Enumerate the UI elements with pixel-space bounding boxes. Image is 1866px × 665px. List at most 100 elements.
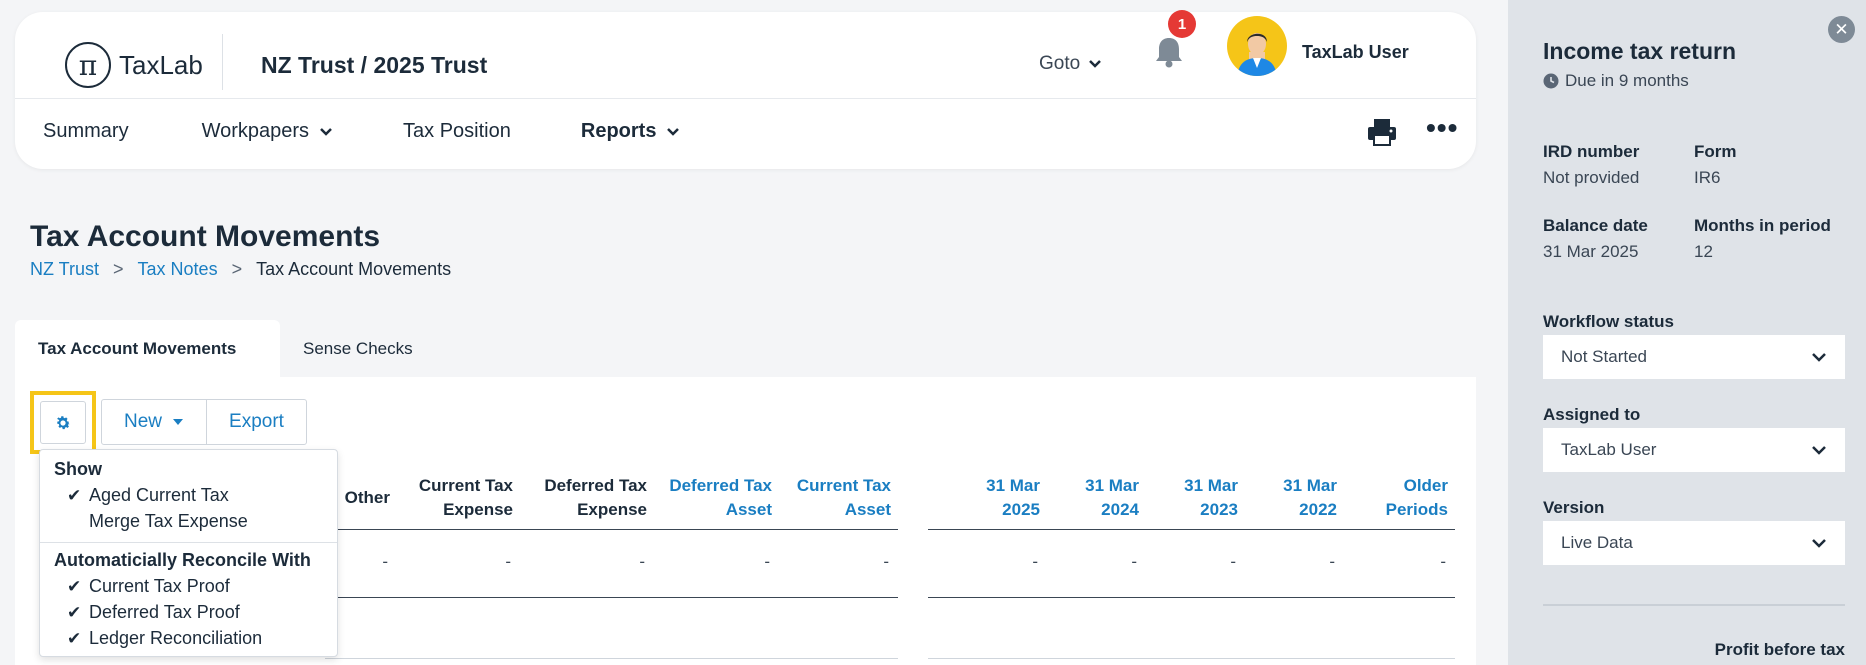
col-header-line: Expense xyxy=(443,500,513,519)
version-value: Live Data xyxy=(1561,533,1633,552)
menu-item-aged-current-tax[interactable]: ✔ Aged Current Tax xyxy=(67,485,229,506)
breadcrumb-tax-notes[interactable]: Tax Notes xyxy=(138,259,218,280)
goto-menu[interactable]: Goto xyxy=(1039,53,1102,75)
menu-item-ledger-reconciliation[interactable]: ✔ Ledger Reconciliation xyxy=(67,628,262,649)
version-select[interactable]: Live Data xyxy=(1543,521,1845,565)
menu-item-label: Deferred Tax Proof xyxy=(89,602,240,622)
nav-reports[interactable]: Reports xyxy=(581,120,681,143)
check-icon: ✔ xyxy=(67,485,82,505)
breadcrumb-current: Tax Account Movements xyxy=(256,259,452,279)
chevron-down-icon xyxy=(320,127,332,136)
nav-summary-label: Summary xyxy=(43,120,129,142)
nav-reports-label: Reports xyxy=(580,120,657,142)
col-header-line: 31 Mar xyxy=(1184,476,1238,495)
form-label: Form xyxy=(1694,142,1737,161)
entity-title: NZ Trust / 2025 Trust xyxy=(261,52,488,78)
nav-summary[interactable]: Summary xyxy=(43,120,129,143)
workflow-select[interactable]: Not Started xyxy=(1543,335,1845,379)
menu-item-label: Merge Tax Expense xyxy=(89,511,248,531)
check-icon: ✔ xyxy=(67,576,82,596)
version-label: Version xyxy=(1543,498,1605,517)
table-cell: - xyxy=(764,552,770,571)
col-header-2023[interactable]: 31 Mar 2023 xyxy=(1184,474,1238,522)
ird-value: Not provided xyxy=(1543,168,1640,187)
col-header-deferred-tax-asset[interactable]: Deferred Tax Asset xyxy=(669,474,772,522)
assigned-value: TaxLab User xyxy=(1561,440,1657,459)
menu-divider xyxy=(40,542,337,543)
print-icon[interactable] xyxy=(1367,118,1397,146)
new-button-label: New xyxy=(124,411,163,432)
col-header-line: 31 Mar xyxy=(986,476,1040,495)
col-header-line: 31 Mar xyxy=(1085,476,1139,495)
header-divider xyxy=(15,98,1476,99)
logo-text: TaxLab xyxy=(119,49,203,80)
col-header-line: 2022 xyxy=(1299,500,1337,519)
col-header-deferred-tax-expense: Deferred Tax Expense xyxy=(544,474,647,522)
col-header-line: Asset xyxy=(725,500,772,519)
table-cell: - xyxy=(1032,552,1038,571)
col-header-2022[interactable]: 31 Mar 2022 xyxy=(1283,474,1337,522)
settings-button[interactable] xyxy=(40,401,86,444)
table-cell: - xyxy=(883,552,889,571)
gear-icon xyxy=(57,415,71,429)
assigned-select[interactable]: TaxLab User xyxy=(1543,428,1845,472)
tab-sense-checks[interactable]: Sense Checks xyxy=(280,320,436,377)
clock-icon xyxy=(1543,73,1559,89)
new-button[interactable]: New xyxy=(102,400,206,444)
table-cell: - xyxy=(1131,552,1137,571)
nav-workpapers-label: Workpapers xyxy=(201,120,310,142)
table-row-rule xyxy=(928,658,1455,659)
ird-label: IRD number xyxy=(1543,142,1640,161)
chevron-down-icon xyxy=(1812,539,1826,548)
avatar[interactable] xyxy=(1227,16,1287,76)
table-cell: - xyxy=(382,552,388,571)
menu-item-current-tax-proof[interactable]: ✔ Current Tax Proof xyxy=(67,576,230,597)
col-header-line: Periods xyxy=(1385,500,1448,519)
settings-dropdown: Show ✔ Aged Current Tax Merge Tax Expens… xyxy=(39,449,338,657)
table-cell: - xyxy=(1440,552,1446,571)
side-panel xyxy=(1508,0,1866,665)
table-header-rule xyxy=(325,529,898,530)
col-header-2025[interactable]: 31 Mar 2025 xyxy=(986,474,1040,522)
col-header-line: 2023 xyxy=(1200,500,1238,519)
col-header-older-periods[interactable]: Older Periods xyxy=(1386,474,1448,522)
taxlab-logo[interactable]: π TaxLab xyxy=(65,42,203,88)
goto-label: Goto xyxy=(1039,53,1081,74)
col-header-2024[interactable]: 31 Mar 2024 xyxy=(1085,474,1139,522)
breadcrumb-separator: > xyxy=(113,259,124,279)
months-value: 12 xyxy=(1694,242,1713,261)
table-cell: - xyxy=(505,552,511,571)
export-button[interactable]: Export xyxy=(206,400,306,444)
chevron-down-icon xyxy=(1812,446,1826,455)
months-label: Months in period xyxy=(1694,216,1831,235)
col-header-line: Current Tax xyxy=(796,476,891,495)
workflow-label: Workflow status xyxy=(1543,312,1674,331)
nav-tax-position[interactable]: Tax Position xyxy=(403,120,511,143)
breadcrumb-nz-trust[interactable]: NZ Trust xyxy=(30,259,99,280)
tab-tax-account-movements[interactable]: Tax Account Movements xyxy=(15,320,280,377)
nav-tax-position-label: Tax Position xyxy=(403,120,511,142)
col-header-line: Other xyxy=(344,488,390,507)
chevron-down-icon xyxy=(667,127,680,136)
balance-date-value: 31 Mar 2025 xyxy=(1543,242,1639,261)
pi-logo-icon: π xyxy=(65,42,111,88)
table-cell: - xyxy=(1329,552,1335,571)
nav-workpapers[interactable]: Workpapers xyxy=(202,120,333,143)
table-cell: - xyxy=(639,552,645,571)
profit-before-tax-label: Profit before tax xyxy=(1714,640,1845,659)
form-value: IR6 xyxy=(1694,168,1721,187)
check-icon: ✔ xyxy=(67,602,82,622)
user-name[interactable]: TaxLab User xyxy=(1302,42,1409,63)
col-header-line: Older xyxy=(1403,476,1448,495)
col-header-current-tax-asset[interactable]: Current Tax Asset xyxy=(797,474,891,522)
col-header-current-tax-expense: Current Tax Expense xyxy=(419,474,513,522)
menu-item-merge-tax-expense[interactable]: Merge Tax Expense xyxy=(67,511,248,532)
col-header-line: 2024 xyxy=(1101,500,1139,519)
table-row-rule xyxy=(928,597,1455,598)
more-options-icon[interactable]: ••• xyxy=(1426,114,1458,142)
user-avatar-icon xyxy=(1237,33,1277,76)
menu-item-deferred-tax-proof[interactable]: ✔ Deferred Tax Proof xyxy=(67,602,240,623)
reconcile-heading: Automaticially Reconcile With xyxy=(54,550,311,570)
chevron-down-icon xyxy=(1089,60,1102,68)
close-icon[interactable]: ✕ xyxy=(1828,16,1855,43)
